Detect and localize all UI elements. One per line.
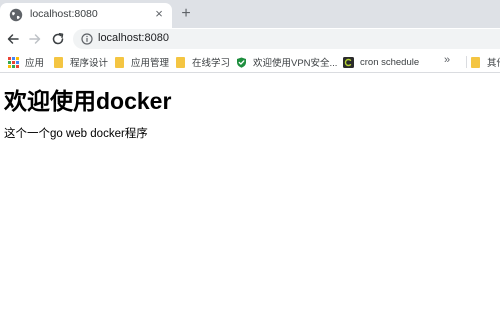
active-tab[interactable]: localhost:8080 × — [0, 3, 172, 28]
address-bar[interactable]: localhost:8080 — [73, 29, 500, 49]
tab-close-icon[interactable]: × — [152, 7, 166, 21]
toolbar: localhost:8080 — [0, 28, 500, 50]
bookmark-label: 欢迎使用VPN安全... — [253, 58, 338, 69]
tab-strip: localhost:8080 × + — [0, 0, 500, 28]
arrow-right-icon[interactable] — [28, 32, 42, 46]
folder-icon — [54, 56, 63, 68]
bookmarks-divider — [466, 56, 467, 68]
bookmark-label: 程序设计 — [70, 58, 109, 69]
arrow-left-icon[interactable] — [6, 32, 20, 46]
apps-grid-icon — [8, 56, 19, 68]
bookmark-label: 应用管理 — [131, 58, 170, 69]
bookmark-folder-app-management[interactable]: 应用管理 — [115, 55, 169, 69]
bookmark-label: 其他 — [487, 58, 500, 69]
info-icon[interactable] — [81, 33, 93, 45]
page-text: 这个一个go web docker程序 — [4, 128, 148, 140]
bookmark-folder-online-learning[interactable]: 在线学习 — [176, 55, 230, 69]
new-tab-icon[interactable]: + — [178, 6, 194, 22]
bookmark-label: cron schedule — [360, 56, 420, 68]
page-heading: 欢迎使用docker — [4, 88, 172, 114]
bookmark-label: 应用 — [25, 58, 45, 69]
bookmarks-bar: 应用 程序设计 应用管理 在线学习 欢迎使用VPN安全... cron sche… — [0, 50, 500, 73]
folder-icon — [471, 56, 480, 68]
bookmark-vpn[interactable]: 欢迎使用VPN安全... — [236, 55, 337, 69]
shield-check-icon — [237, 57, 246, 68]
reload-icon[interactable] — [51, 32, 65, 46]
cron-icon — [343, 56, 354, 68]
tab-title: localhost:8080 — [30, 8, 98, 20]
bookmark-label: 在线学习 — [192, 58, 231, 69]
bookmark-cron-schedule[interactable]: cron schedule — [343, 55, 419, 69]
bookmark-apps[interactable]: 应用 — [8, 55, 44, 69]
folder-icon — [115, 56, 124, 68]
globe-icon — [9, 8, 23, 22]
bookmark-folder-programming[interactable]: 程序设计 — [54, 55, 108, 69]
url-text[interactable]: localhost:8080 — [98, 32, 169, 44]
bookmarks-overflow-icon[interactable]: » — [444, 54, 450, 66]
bookmark-folder-other[interactable]: 其他 — [471, 55, 500, 69]
folder-icon — [176, 56, 185, 68]
page-content: 欢迎使用docker 这个一个go web docker程序 — [0, 74, 500, 331]
